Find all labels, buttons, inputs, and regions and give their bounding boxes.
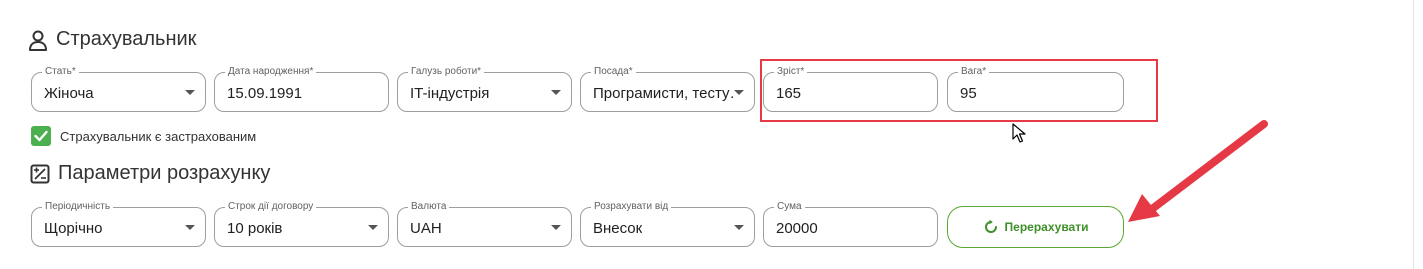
annotation-arrow-icon [1128, 120, 1268, 222]
mouse-cursor-icon [1012, 123, 1026, 143]
